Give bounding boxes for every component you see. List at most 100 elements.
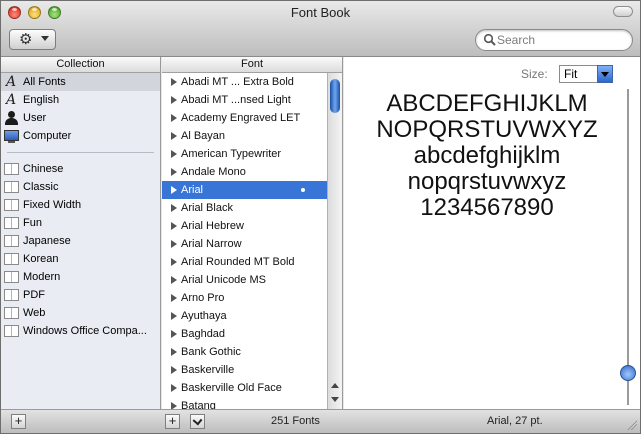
collection-item[interactable]: Modern [1, 268, 160, 286]
font-list-item[interactable]: Abadi MT ... Extra Bold [162, 73, 328, 91]
collection-item[interactable]: Classic [1, 178, 160, 196]
font-name: Baghdad [181, 328, 226, 340]
font-name: Baskerville Old Face [181, 382, 282, 394]
font-list-item[interactable]: Baskerville [162, 361, 328, 379]
toolbar-toggle-button[interactable] [613, 6, 633, 17]
size-slider-track [627, 89, 629, 405]
collection-header[interactable]: Collection [1, 57, 160, 73]
collection-item[interactable]: Korean [1, 250, 160, 268]
disclosure-triangle-icon[interactable] [171, 384, 177, 392]
disclosure-triangle-icon[interactable] [171, 366, 177, 374]
collection-item-label: All Fonts [23, 76, 66, 88]
add-font-button[interactable]: + [165, 414, 180, 429]
font-list-item[interactable]: Baghdad [162, 325, 328, 343]
gear-icon: ⚙ [19, 31, 33, 48]
font-list-item[interactable]: Arno Pro [162, 289, 328, 307]
disclosure-triangle-icon[interactable] [171, 222, 177, 230]
font-count: 251 Fonts [271, 415, 320, 427]
disclosure-triangle-icon[interactable] [171, 132, 177, 140]
size-slider-knob[interactable] [620, 365, 636, 381]
disclosure-triangle-icon[interactable] [171, 96, 177, 104]
collection-item-label: PDF [23, 289, 45, 301]
collection-item[interactable]: Fun [1, 214, 160, 232]
font-list-item[interactable]: Arial Hebrew [162, 217, 328, 235]
search-field[interactable] [475, 29, 633, 51]
font-name: Arial [181, 184, 204, 196]
disclosure-triangle-icon[interactable] [171, 150, 177, 158]
size-slider[interactable] [620, 89, 636, 407]
scrollbar-thumb[interactable] [330, 79, 340, 113]
disclosure-triangle-icon[interactable] [171, 312, 177, 320]
scroll-down-arrow-icon[interactable] [331, 397, 339, 402]
dropdown-arrow-icon[interactable] [597, 65, 613, 83]
book-icon [4, 307, 19, 319]
selection-status: Arial, 27 pt. [487, 415, 543, 427]
font-a-icon: A [5, 92, 17, 108]
book-icon [4, 163, 19, 175]
disclosure-triangle-icon[interactable] [171, 114, 177, 122]
book-icon [4, 217, 19, 229]
preview-line: nopqrstuvwxyz [407, 168, 567, 195]
collection-item[interactable]: A English [1, 91, 160, 109]
user-icon [5, 111, 18, 125]
collection-item-label: Korean [23, 253, 59, 265]
disclosure-triangle-icon[interactable] [171, 168, 177, 176]
collection-item[interactable]: Fixed Width [1, 196, 160, 214]
scroll-up-arrow-icon[interactable] [331, 383, 339, 388]
font-list-item[interactable]: Ayuthaya [162, 307, 328, 325]
action-menu-button[interactable]: ⚙ [9, 29, 56, 50]
collection-item[interactable]: Chinese [1, 160, 160, 178]
collection-divider [7, 152, 154, 153]
font-list-item[interactable]: Abadi MT ...nsed Light [162, 91, 328, 109]
disclosure-triangle-icon[interactable] [171, 276, 177, 284]
font-list-scrollbar[interactable] [327, 73, 342, 409]
collection-item-label: Chinese [23, 163, 64, 175]
active-dot-icon [301, 188, 305, 192]
add-collection-button[interactable]: + [11, 414, 26, 429]
enable-font-checkbox[interactable] [190, 414, 205, 429]
chevron-down-icon [41, 36, 49, 41]
font-list-item[interactable]: American Typewriter [162, 145, 328, 163]
font-list-item[interactable]: Arial Black [162, 199, 328, 217]
collection-item-label: Fixed Width [23, 199, 82, 211]
collection-item[interactable]: A All Fonts [1, 73, 160, 91]
font-list-item[interactable]: Andale Mono [162, 163, 328, 181]
disclosure-triangle-icon[interactable] [171, 330, 177, 338]
font-list-item[interactable]: Academy Engraved LET [162, 109, 328, 127]
disclosure-triangle-icon[interactable] [171, 294, 177, 302]
font-list-item[interactable]: Arial Unicode MS [162, 271, 328, 289]
font-list-item[interactable]: Arial [162, 181, 328, 199]
font-name: Abadi MT ...nsed Light [181, 94, 291, 106]
font-name: Arno Pro [181, 292, 225, 304]
font-name: American Typewriter [181, 148, 282, 160]
collection-item[interactable]: Japanese [1, 232, 160, 250]
collection-item[interactable]: Computer [1, 127, 160, 145]
book-icon [4, 325, 19, 337]
computer-icon [4, 130, 19, 143]
font-list-item[interactable]: Arial Narrow [162, 235, 328, 253]
disclosure-triangle-icon[interactable] [171, 204, 177, 212]
collection-item-label: Classic [23, 181, 59, 193]
collection-item-label: User [23, 112, 47, 124]
font-list-item[interactable]: Arial Rounded MT Bold [162, 253, 328, 271]
resize-grip-icon[interactable] [626, 419, 637, 430]
font-list-item[interactable]: Bank Gothic [162, 343, 328, 361]
collection-item[interactable]: User [1, 109, 160, 127]
font-header[interactable]: Font [162, 57, 342, 73]
disclosure-triangle-icon[interactable] [171, 240, 177, 248]
collection-item[interactable]: Web [1, 304, 160, 322]
collection-item[interactable]: PDF [1, 286, 160, 304]
search-input[interactable] [497, 32, 625, 48]
disclosure-triangle-icon[interactable] [171, 78, 177, 86]
font-list-item[interactable]: Baskerville Old Face [162, 379, 328, 397]
collection-item[interactable]: Windows Office Compa... [1, 322, 160, 340]
font-list-item[interactable]: Al Bayan [162, 127, 328, 145]
collection-item-label: Computer [23, 130, 72, 142]
font-preview: ABCDEFGHIJKLM NOPQRSTUVWXYZ abcdefghijklm n… [344, 91, 630, 221]
disclosure-triangle-icon[interactable] [171, 348, 177, 356]
size-select[interactable]: Fit [559, 65, 613, 83]
disclosure-triangle-icon[interactable] [171, 186, 177, 194]
title-toolbar: Font Book ⚙ [1, 1, 640, 57]
font-a-icon: A [5, 74, 17, 90]
disclosure-triangle-icon[interactable] [171, 258, 177, 266]
